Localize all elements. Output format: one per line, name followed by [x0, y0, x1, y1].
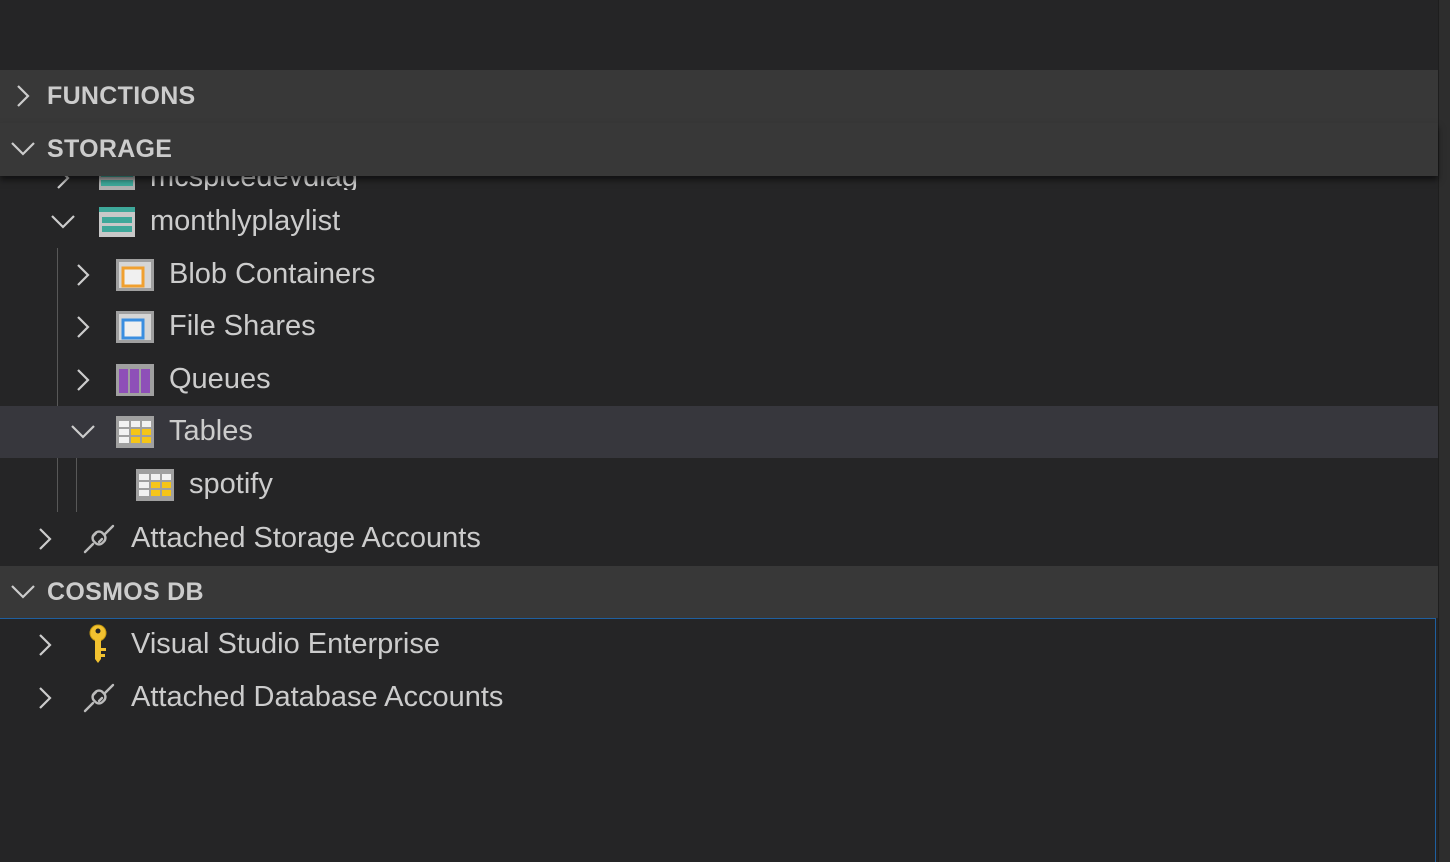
section-header-cosmos-db[interactable]: COSMOS DB — [0, 566, 1438, 618]
tree-item-label: Attached Database Accounts — [131, 681, 504, 713]
chevron-down-icon — [11, 142, 35, 156]
chevron-down-icon — [11, 585, 35, 599]
tree-item-label: monthlyplaylist — [150, 205, 341, 237]
partial-row-clip: mcspicedevdiag — [0, 176, 1438, 190]
tree-item-tables[interactable]: Tables — [0, 406, 1438, 458]
chevron-right-icon — [77, 369, 90, 391]
plug-icon — [83, 683, 115, 713]
chevron-right-icon — [39, 634, 52, 656]
tree-item-table-spotify[interactable]: spotify — [0, 459, 1438, 511]
section-label-storage: STORAGE — [47, 135, 173, 163]
key-icon — [89, 624, 107, 663]
tree-item-label: mcspicedevdiag — [150, 176, 358, 190]
chevron-right-icon — [39, 687, 52, 709]
tree-item-file-shares[interactable]: File Shares — [0, 301, 1438, 353]
tree-item-label: Attached Storage Accounts — [131, 522, 481, 554]
chevron-down-icon — [51, 215, 75, 229]
queue-icon — [116, 364, 154, 396]
table-icon — [136, 469, 174, 501]
scrollbar-track[interactable] — [1438, 0, 1450, 862]
chevron-down-icon — [71, 425, 95, 439]
tree-item-label: Tables — [169, 415, 253, 447]
section-label-functions: FUNCTIONS — [47, 82, 196, 110]
panel-top-area — [0, 0, 1438, 70]
tree-item-label: File Shares — [169, 310, 316, 342]
storage-account-icon — [99, 207, 135, 237]
file-share-icon — [116, 311, 154, 343]
tree-item-queues[interactable]: Queues — [0, 354, 1438, 406]
tree-item-label: Visual Studio Enterprise — [131, 628, 440, 660]
tree-item-attached-database-accounts[interactable]: Attached Database Accounts — [0, 672, 1438, 724]
chevron-right-icon — [17, 85, 30, 107]
chevron-right-icon — [57, 176, 70, 189]
tree-item-attached-storage-accounts[interactable]: Attached Storage Accounts — [0, 513, 1438, 565]
tree-item-subscription[interactable]: Visual Studio Enterprise — [0, 619, 1438, 671]
tree-item-storage-account-partial[interactable]: mcspicedevdiag — [0, 176, 1438, 190]
section-header-storage[interactable]: STORAGE — [0, 123, 1438, 176]
plug-icon — [83, 524, 115, 554]
chevron-right-icon — [77, 264, 90, 286]
chevron-right-icon — [39, 528, 52, 550]
section-label-cosmos-db: COSMOS DB — [47, 577, 204, 606]
table-icon — [116, 416, 154, 448]
storage-account-icon — [99, 176, 135, 190]
tree-item-label: spotify — [189, 468, 273, 500]
tree-item-storage-account[interactable]: monthlyplaylist — [0, 196, 1438, 248]
chevron-right-icon — [77, 316, 90, 338]
tree-item-label: Queues — [169, 363, 271, 395]
blob-container-icon — [116, 259, 154, 291]
tree-item-blob-containers[interactable]: Blob Containers — [0, 249, 1438, 301]
section-header-functions[interactable]: FUNCTIONS — [0, 70, 1438, 123]
tree-item-label: Blob Containers — [169, 258, 376, 290]
